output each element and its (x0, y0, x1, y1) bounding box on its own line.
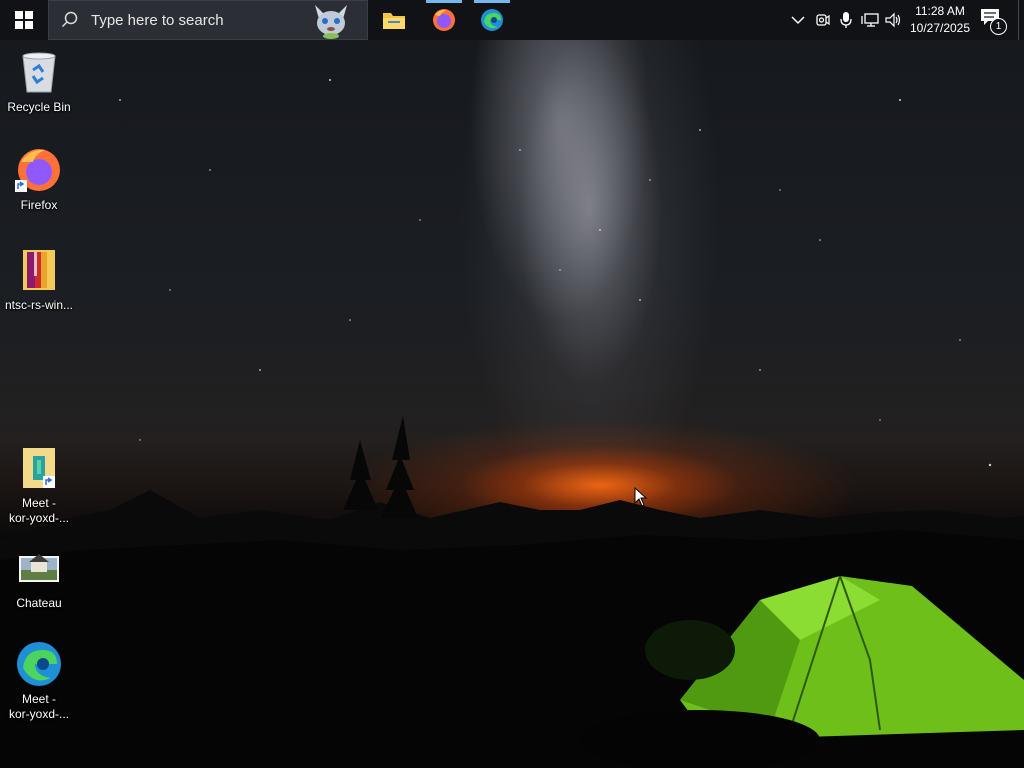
search-highlight-mascot-icon (315, 5, 347, 39)
tray-volume[interactable] (884, 10, 904, 30)
image-file-icon (19, 554, 59, 582)
taskbar-search-box[interactable]: Type here to search (48, 0, 368, 40)
start-button[interactable] (0, 0, 48, 40)
clock-time: 11:28 AM (915, 4, 965, 18)
desktop-icon-firefox[interactable]: Firefox (0, 146, 78, 213)
mouse-cursor-icon (634, 487, 648, 507)
taskbar-app-firefox[interactable] (420, 0, 468, 40)
action-center-button[interactable]: 1 (980, 8, 1007, 35)
desktop-icon-meet-shortcut-2[interactable]: Meet - kor-yoxd-... (0, 640, 78, 722)
folder-icon (383, 13, 405, 29)
desktop-icon-label: Chateau (16, 596, 62, 610)
desktop-icon-label-line1: Meet - (21, 692, 56, 706)
running-indicator (426, 0, 462, 3)
taskbar-app-edge[interactable] (468, 0, 516, 40)
show-desktop-button[interactable] (1018, 0, 1024, 40)
desktop-icon-ntsc-rs[interactable]: ntsc-rs-win... (0, 246, 78, 313)
desktop-icon-label: Recycle Bin (7, 100, 71, 114)
taskbar-clock[interactable]: 11:28 AM 10/27/2025 (904, 3, 976, 37)
recycle-bin-icon (22, 52, 56, 93)
desktop-icon-label: ntsc-rs-win... (4, 298, 73, 312)
desktop-icon-label: Firefox (20, 198, 58, 212)
chevron-up-icon (791, 16, 805, 25)
taskbar-app-file-explorer[interactable] (370, 0, 418, 40)
firefox-icon (15, 149, 60, 192)
notification-count-badge: 1 (990, 18, 1007, 35)
desktop-icon-label-line1: Meet - (21, 496, 56, 510)
desktop-icon-recycle-bin[interactable]: Recycle Bin (0, 48, 78, 115)
zip-folder-icon (23, 250, 55, 290)
clock-date: 10/27/2025 (909, 21, 971, 35)
wallpaper-scene (0, 79, 1024, 768)
edge-icon (481, 9, 503, 31)
tray-camera[interactable] (812, 10, 832, 30)
tray-network[interactable] (860, 10, 880, 30)
firefox-icon (433, 9, 455, 31)
windows-logo-icon (15, 11, 33, 29)
taskbar: Type here to search 11:28 AM 10/27/2025 … (0, 0, 1024, 40)
search-placeholder: Type here to search (91, 11, 224, 29)
desktop-icon-label-line2: kor-yoxd-... (8, 511, 69, 525)
microphone-icon (840, 12, 852, 28)
camera-icon (816, 14, 830, 26)
desktop-icon-meet-shortcut-1[interactable]: Meet - kor-yoxd-... (0, 444, 78, 526)
show-hidden-icons-button[interactable] (788, 10, 808, 30)
desktop-icon-chateau[interactable]: Chateau (0, 544, 78, 611)
volume-icon (885, 12, 901, 28)
meet-shortcut-icon (23, 448, 55, 488)
search-icon (61, 11, 78, 28)
desktop-wallpaper (0, 40, 1024, 768)
running-indicator (474, 0, 510, 3)
network-icon (861, 13, 879, 27)
tray-microphone[interactable] (836, 10, 856, 30)
desktop-icon-label-line2: kor-yoxd-... (8, 707, 69, 721)
edge-icon (17, 642, 61, 686)
